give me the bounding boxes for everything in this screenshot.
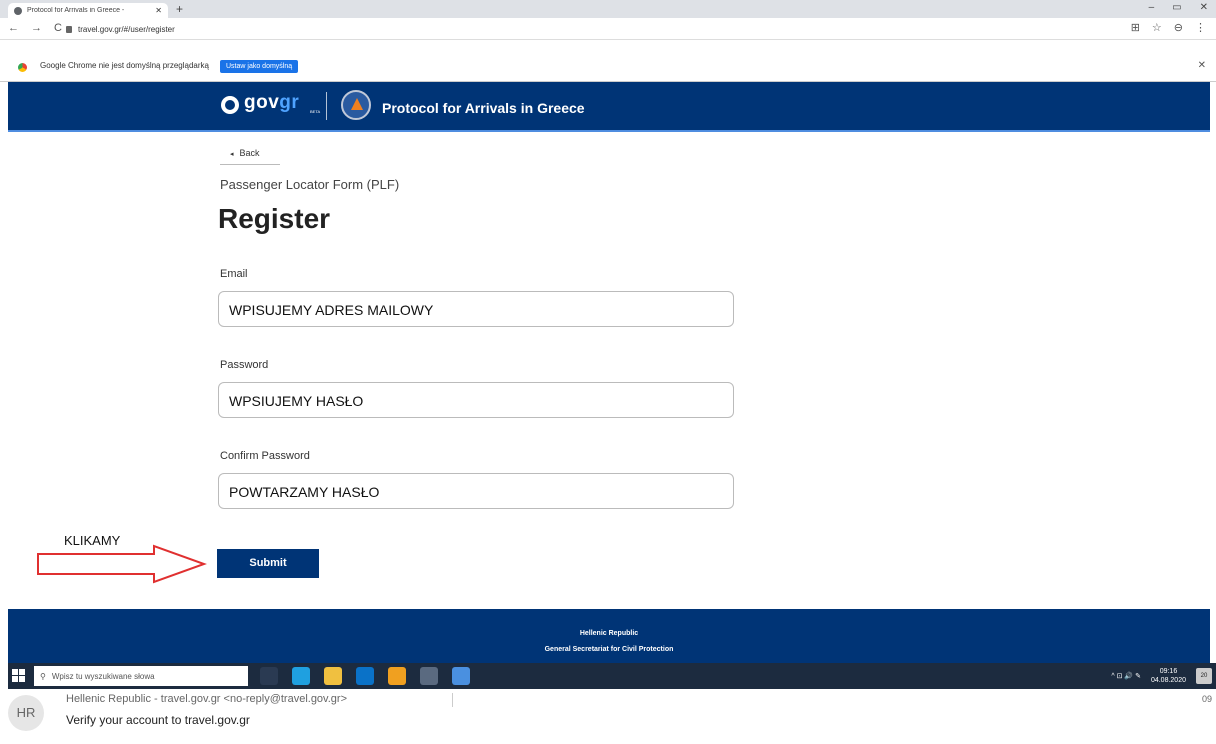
close-window-button[interactable]: ✕ (1200, 2, 1208, 13)
task-view-icon[interactable] (260, 667, 278, 685)
system-tray: ^ ⊡ 🔊 ✎ 09:16 04.08.2020 (1111, 667, 1186, 685)
password-field[interactable]: WPSIUJEMY HASŁO (218, 382, 734, 418)
url-text: travel.gov.gr/#/user/register (78, 24, 175, 34)
new-tab-button[interactable]: + (176, 2, 183, 16)
translate-icon[interactable]: ⊞ (1131, 21, 1140, 34)
tray-icons[interactable]: ^ ⊡ 🔊 ✎ (1111, 672, 1141, 680)
search-icon: ⚲ (40, 671, 46, 681)
profile-icon[interactable]: ⊖ (1174, 21, 1183, 34)
chrome-taskbar-icon[interactable] (452, 667, 470, 685)
window-controls: – ▭ ✕ (1149, 2, 1208, 13)
email-field[interactable]: WPISUJEMY ADRES MAILOWY (218, 291, 734, 327)
globe-icon (14, 6, 22, 15)
clock-time: 09:16 (1159, 668, 1178, 675)
site-title: Protocol for Arrivals in Greece (382, 100, 585, 116)
sender-divider (452, 693, 453, 707)
email-time: 09 (1201, 694, 1212, 704)
footer-line-2: General Secretariat for Civil Protection (544, 646, 674, 653)
star-icon[interactable]: ☆ (1152, 21, 1162, 34)
browser-tab[interactable]: Protocol for Arrivals in Greece - ✕ (8, 3, 168, 18)
reload-icon[interactable]: C (54, 22, 62, 34)
confirm-password-label: Confirm Password (220, 450, 310, 462)
infobar-close-icon[interactable]: ✕ (1198, 60, 1206, 71)
browser-tab-bar: Protocol for Arrivals in Greece - ✕ + – … (0, 0, 1216, 18)
logo-gov-text: gov (244, 92, 280, 113)
email-label: Email (220, 268, 248, 280)
civil-protection-logo-icon (341, 90, 371, 120)
menu-icon[interactable]: ⋮ (1195, 21, 1206, 34)
url-field[interactable]: travel.gov.gr/#/user/register (66, 21, 1116, 37)
notification-icon[interactable]: 20 (1196, 668, 1212, 684)
page-title: Register (218, 203, 331, 234)
email-preview[interactable]: HR Hellenic Republic - travel.gov.gr <no… (0, 689, 1216, 744)
clock-date: 04.08.2020 (1150, 677, 1186, 684)
minimize-button[interactable]: – (1149, 2, 1155, 13)
header-divider (326, 92, 327, 120)
submit-button[interactable]: Submit (217, 549, 319, 578)
email-sender: Hellenic Republic - travel.gov.gr <no-re… (66, 693, 347, 705)
back-link[interactable]: ◂ Back (220, 148, 280, 165)
taskbar-search-placeholder: Wpisz tu wyszukiwane słowa (51, 671, 155, 681)
avatar: HR (8, 695, 44, 731)
address-bar: ← → C travel.gov.gr/#/user/register ⊞ ☆ … (0, 18, 1216, 40)
file-explorer-icon[interactable] (324, 667, 342, 685)
clock[interactable]: 09:16 04.08.2020 (1151, 667, 1186, 685)
site-header: govgr BETA Protocol for Arrivals in Gree… (8, 82, 1210, 132)
default-browser-infobar: Google Chrome nie jest domyślną przegląd… (0, 40, 1216, 82)
govgr-logo[interactable]: govgr (244, 92, 299, 114)
chrome-icon (18, 63, 27, 72)
back-arrow-icon[interactable]: ← (8, 22, 19, 34)
nav-buttons: ← → C (8, 22, 62, 34)
beta-badge: BETA (310, 109, 321, 114)
restore-button[interactable]: ▭ (1172, 2, 1181, 13)
taskbar-search-input[interactable]: ⚲ Wpisz tu wyszukiwane słowa (34, 666, 248, 686)
windows-start-icon[interactable] (12, 669, 26, 683)
logo-gr-text: gr (279, 92, 300, 113)
back-label: Back (239, 148, 260, 158)
footer-line-1: Hellenic Republic (579, 630, 639, 637)
site-footer: Hellenic Republic General Secretariat fo… (8, 609, 1210, 663)
sticky-notes-icon[interactable] (388, 667, 406, 685)
lock-icon (66, 25, 72, 33)
close-icon[interactable]: ✕ (155, 6, 162, 15)
password-label: Password (220, 359, 269, 371)
forward-arrow-icon[interactable]: → (31, 22, 42, 34)
windows-taskbar: ⚲ Wpisz tu wyszukiwane słowa ^ ⊡ 🔊 ✎ 09:… (8, 663, 1216, 689)
tab-title: Protocol for Arrivals in Greece - (27, 7, 125, 14)
confirm-password-field[interactable]: POWTARZAMY HASŁO (218, 473, 734, 509)
email-subject: Verify your account to travel.gov.gr (66, 713, 250, 727)
greek-emblem-icon (221, 96, 239, 114)
toolbar-icons: ⊞ ☆ ⊖ ⋮ (1131, 21, 1206, 34)
form-subtitle: Passenger Locator Form (PLF) (220, 177, 400, 192)
edge-icon[interactable] (292, 667, 310, 685)
outlook-icon[interactable] (356, 667, 374, 685)
set-default-button[interactable]: Ustaw jako domyślną (220, 60, 299, 73)
infobar-message: Google Chrome nie jest domyślną przegląd… (40, 61, 209, 70)
chevron-left-icon: ◂ (230, 151, 234, 158)
paint-icon[interactable] (420, 667, 438, 685)
taskbar-apps (260, 667, 470, 685)
annotation-arrow-icon (37, 544, 207, 584)
